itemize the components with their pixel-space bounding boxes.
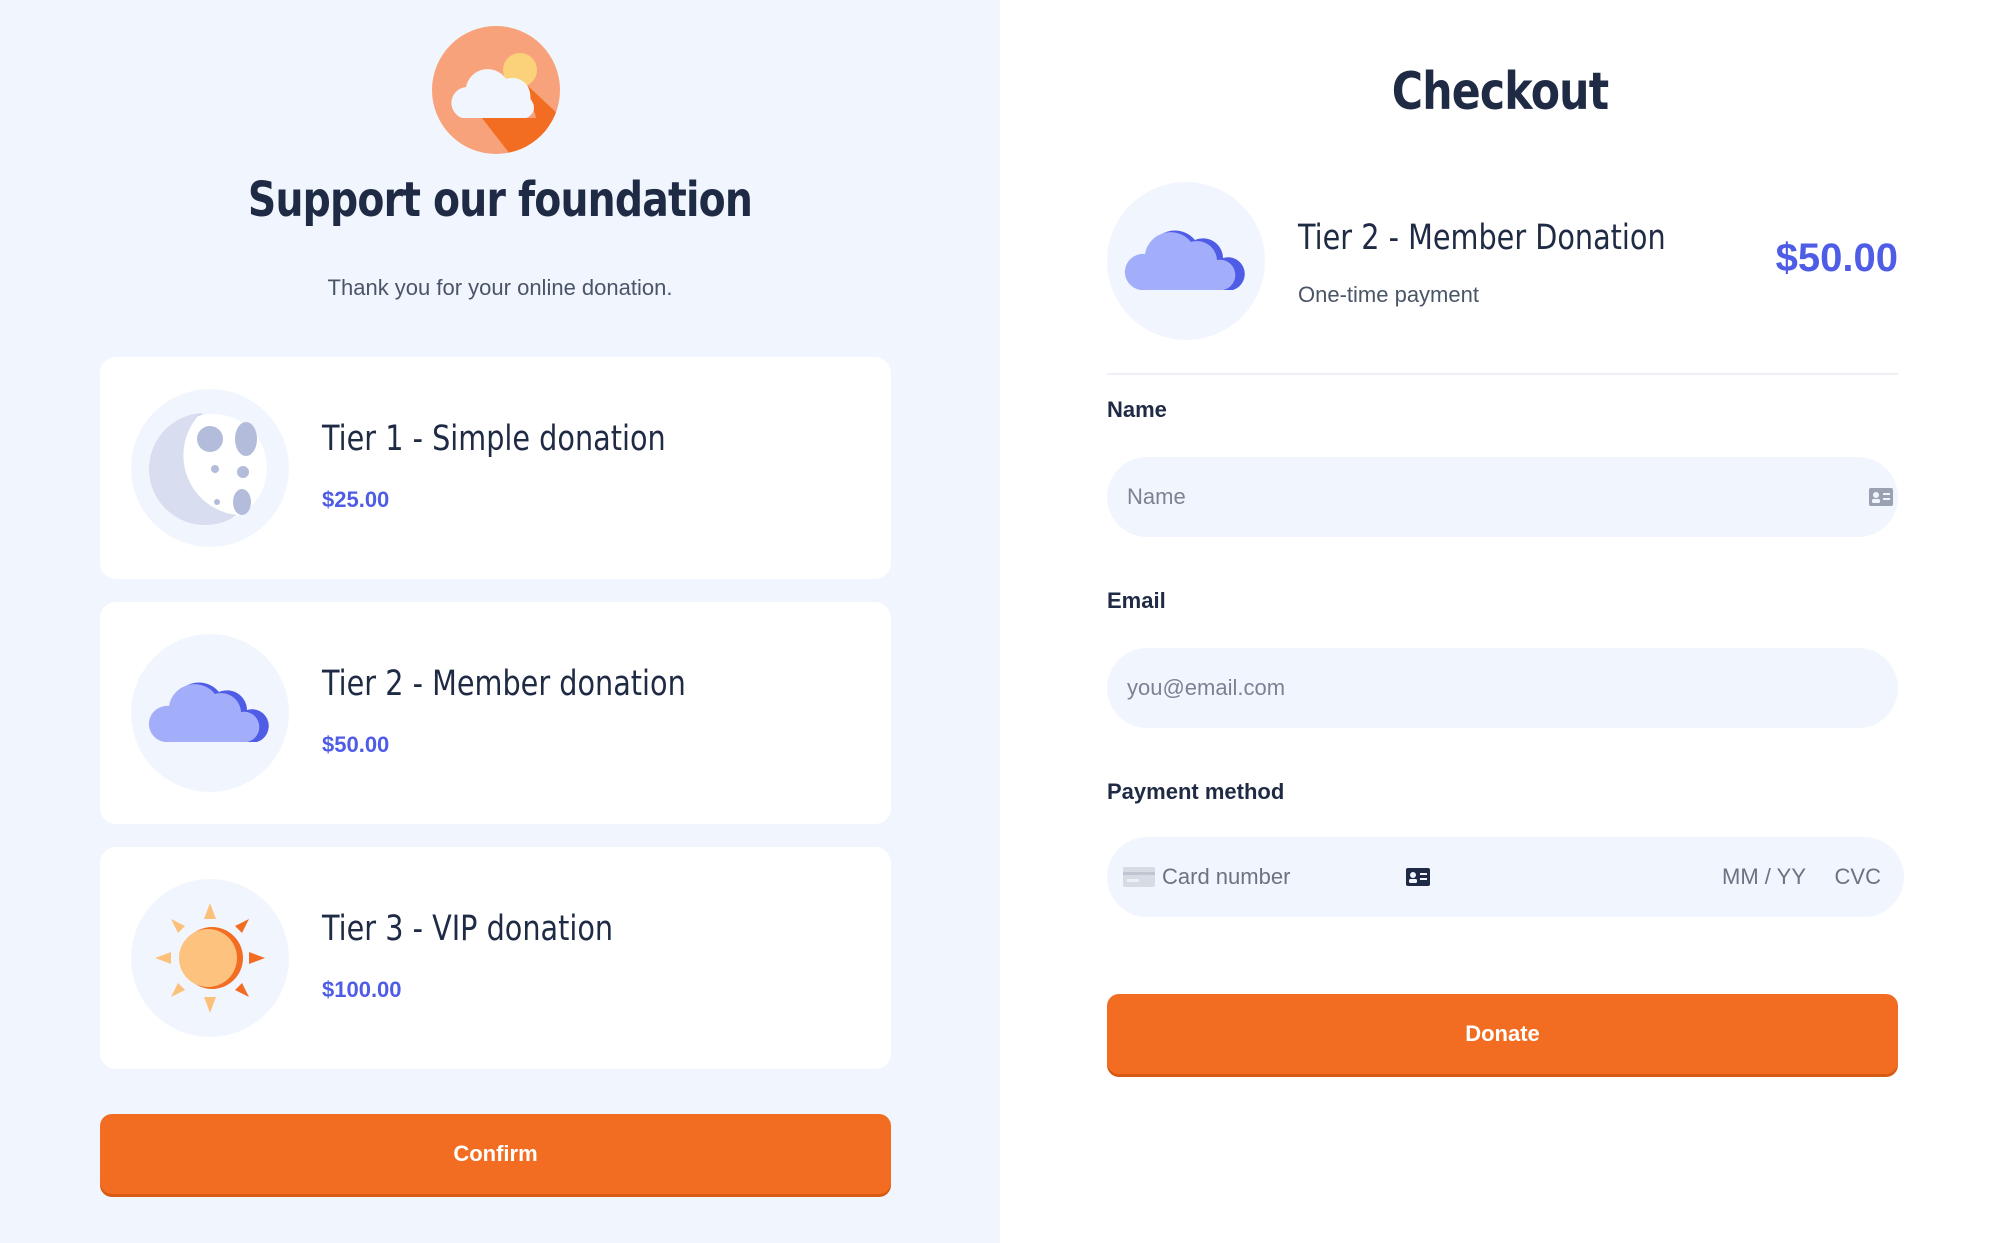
expiry-input[interactable] bbox=[1712, 837, 1806, 917]
payment-method-label: Payment method bbox=[1107, 779, 1285, 804]
cloud-sun-icon bbox=[432, 26, 560, 154]
name-label: Name bbox=[1107, 397, 1167, 422]
card-number-input[interactable] bbox=[1162, 837, 1392, 917]
cvc-input[interactable] bbox=[1817, 837, 1881, 917]
tier-card-3[interactable]: Tier 3 - VIP donation $100.00 bbox=[100, 847, 891, 1069]
tier-price: $100.00 bbox=[322, 977, 402, 1002]
order-item-price: $50.00 bbox=[1775, 236, 1898, 280]
cloud-icon bbox=[1107, 182, 1265, 340]
tier-name: Tier 2 - Member donation bbox=[322, 664, 686, 704]
order-item-name: Tier 2 - Member Donation bbox=[1298, 218, 1666, 258]
name-field[interactable] bbox=[1107, 457, 1898, 537]
contact-card-icon[interactable] bbox=[1868, 487, 1894, 507]
contact-card-icon[interactable] bbox=[1405, 867, 1431, 887]
page-title: Support our foundation bbox=[247, 172, 753, 228]
donate-button[interactable]: Donate bbox=[1107, 994, 1898, 1074]
tier-price: $25.00 bbox=[322, 487, 390, 512]
order-item-subtitle: One-time payment bbox=[1298, 282, 1479, 307]
card-field bbox=[1107, 837, 1904, 917]
sun-icon bbox=[131, 879, 289, 1037]
tier-price: $50.00 bbox=[322, 732, 390, 757]
email-field[interactable] bbox=[1107, 648, 1898, 728]
cloud-icon bbox=[131, 634, 289, 792]
page-subtitle: Thank you for your online donation. bbox=[327, 275, 673, 300]
email-label: Email bbox=[1107, 588, 1166, 613]
tier-card-2[interactable]: Tier 2 - Member donation $50.00 bbox=[100, 602, 891, 824]
moon-icon bbox=[131, 389, 289, 547]
tier-card-1[interactable]: Tier 1 - Simple donation $25.00 bbox=[100, 357, 891, 579]
checkout-title: Checkout bbox=[1391, 62, 1609, 122]
confirm-button[interactable]: Confirm bbox=[100, 1114, 891, 1194]
divider bbox=[1107, 373, 1898, 375]
tier-name: Tier 1 - Simple donation bbox=[322, 419, 666, 459]
tier-name: Tier 3 - VIP donation bbox=[322, 909, 614, 949]
credit-card-icon bbox=[1123, 867, 1155, 887]
